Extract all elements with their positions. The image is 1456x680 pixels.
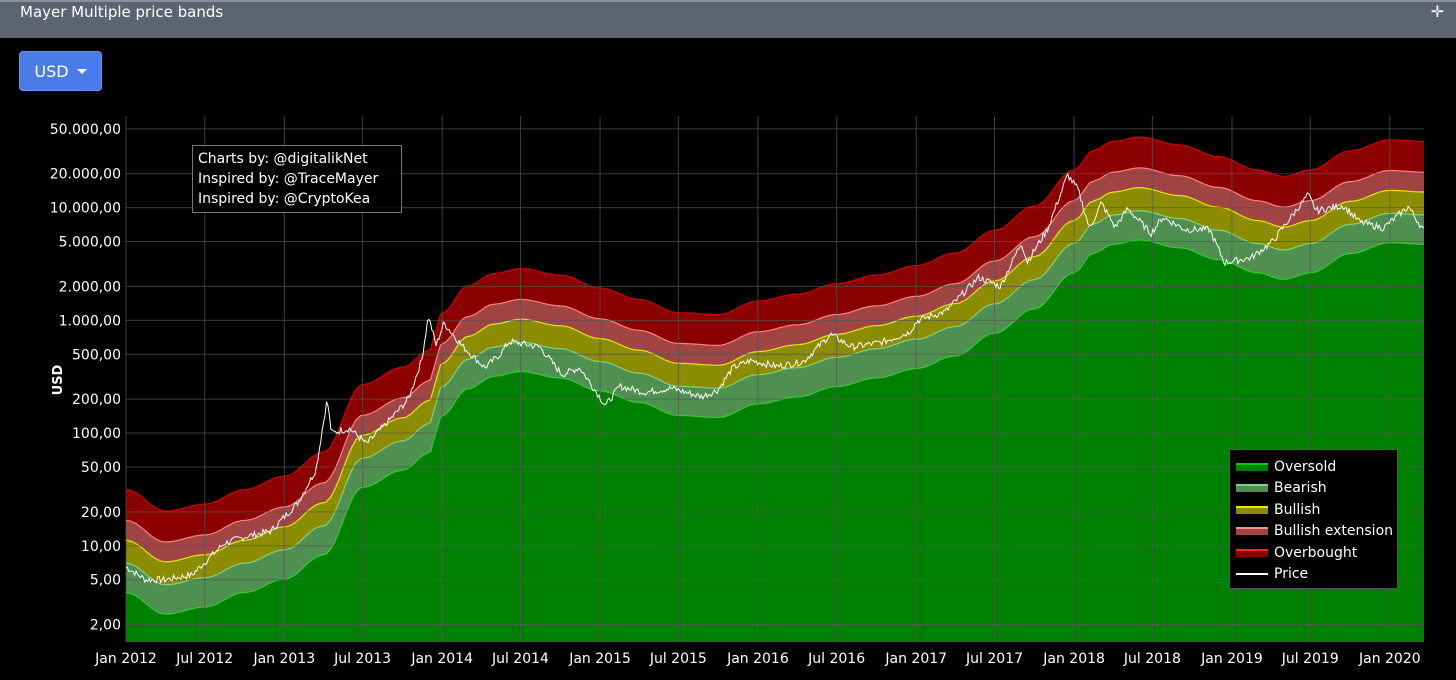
x-tick-label: Jul 2015 [649, 651, 707, 667]
x-tick-label: Jul 2012 [175, 651, 233, 667]
x-tick-label: Jan 2018 [1042, 651, 1105, 667]
legend-label: Price [1274, 566, 1309, 583]
legend-item-oversold[interactable]: Oversold [1236, 456, 1397, 478]
legend-item-overbought[interactable]: Overbought [1236, 542, 1397, 564]
legend-label: Bearish [1274, 480, 1327, 497]
x-tick-label: Jul 2013 [333, 651, 391, 667]
y-tick-label: 1.000,00 [59, 313, 121, 329]
y-tick-label: 50,00 [81, 460, 121, 476]
legend-label: Bullish extension [1274, 523, 1394, 540]
legend-swatch [1236, 573, 1268, 576]
y-tick-label: 500,00 [72, 347, 121, 363]
y-tick-label: 10.000,00 [50, 201, 121, 217]
y-tick-label: 50.000,00 [50, 122, 121, 138]
legend-swatch [1236, 548, 1268, 557]
y-tick-label: 20.000,00 [50, 167, 121, 183]
x-tick-label: Jan 2017 [884, 651, 947, 667]
y-tick-label: 20,00 [81, 505, 121, 521]
y-tick-label: 200,00 [72, 392, 121, 408]
legend-swatch [1236, 527, 1268, 536]
legend-label: Bullish [1274, 501, 1321, 518]
legend-item-bullish-extension[interactable]: Bullish extension [1236, 521, 1397, 543]
y-axis-label: USD [51, 364, 66, 395]
legend-item-price[interactable]: Price [1236, 564, 1397, 586]
credits-box: Charts by: @digitalikNet Inspired by: @T… [192, 145, 402, 213]
credit-line: Inspired by: @TraceMayer [198, 171, 379, 187]
legend-item-bearish[interactable]: Bearish [1236, 478, 1397, 500]
x-tick-label: Jan 2013 [252, 651, 315, 667]
credit-line: Inspired by: @CryptoKea [198, 191, 371, 207]
legend-item-bullish[interactable]: Bullish [1236, 499, 1397, 521]
x-tick-label: Jul 2019 [1281, 651, 1339, 667]
credit-line: Charts by: @digitalikNet [198, 151, 368, 167]
y-tick-label: 5,00 [90, 573, 121, 589]
y-tick-label: 5.000,00 [59, 235, 121, 251]
y-tick-label: 100,00 [72, 426, 121, 442]
x-tick-label: Jul 2016 [807, 651, 865, 667]
legend-swatch [1236, 505, 1268, 514]
y-tick-label: 10,00 [81, 539, 121, 555]
legend-swatch [1236, 484, 1268, 493]
chart-legend: Oversold Bearish Bullish Bullish extensi… [1229, 449, 1398, 589]
legend-label: Oversold [1274, 458, 1337, 475]
x-tick-label: Jan 2016 [726, 651, 789, 667]
x-tick-label: Jul 2018 [1123, 651, 1181, 667]
legend-label: Overbought [1274, 544, 1358, 561]
x-tick-label: Jan 2012 [94, 651, 157, 667]
x-tick-label: Jul 2017 [965, 651, 1023, 667]
x-tick-label: Jan 2020 [1358, 651, 1421, 667]
y-tick-label: 2,00 [90, 618, 121, 634]
x-axis-ticks: Jan 2012 Jul 2012 Jan 2013 Jul 2013 Jan 2014… [94, 651, 1421, 667]
y-tick-label: 2.000,00 [59, 279, 121, 295]
x-tick-label: Jan 2015 [568, 651, 631, 667]
x-tick-label: Jan 2019 [1200, 651, 1263, 667]
legend-swatch [1236, 462, 1268, 471]
x-tick-label: Jan 2014 [410, 651, 473, 667]
x-tick-label: Jul 2014 [491, 651, 549, 667]
